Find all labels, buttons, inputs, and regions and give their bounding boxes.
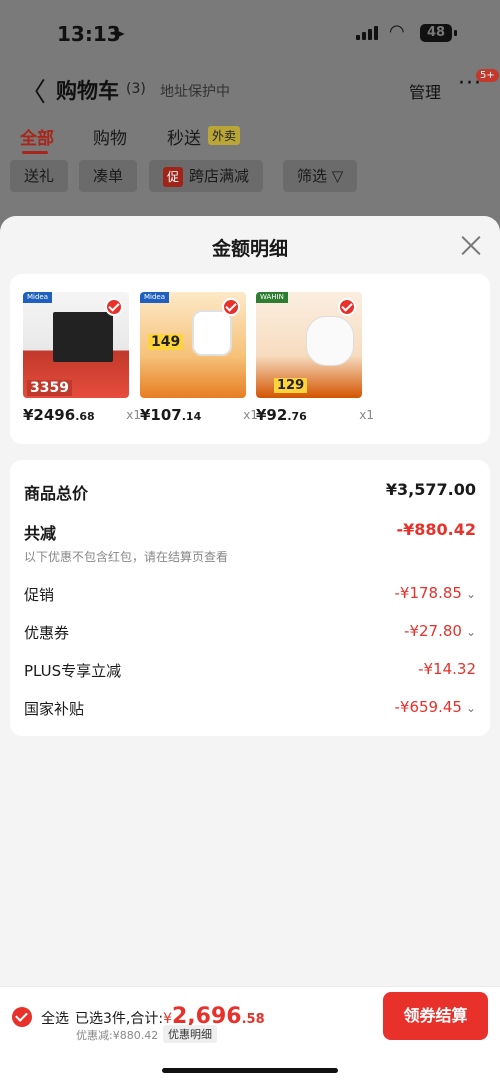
- chevron-down-icon: ⌄: [465, 625, 476, 639]
- signal-icon: [356, 26, 380, 40]
- discount-amount: -¥178.85: [394, 584, 462, 602]
- product-quantity: x1: [126, 408, 141, 422]
- select-all-label[interactable]: 全选: [41, 1008, 69, 1028]
- cart-tabs: 全部 购物 秒送 外卖: [0, 124, 500, 154]
- discount-value: -¥27.80 ⌄: [404, 622, 476, 640]
- sheet-title: 金额明细: [211, 238, 288, 260]
- product-brand-label: Midea: [23, 292, 53, 303]
- price-decimal: .14: [181, 410, 202, 423]
- reduction-note: 以下优惠不包含红包，请在结算页查看: [24, 550, 229, 564]
- tab-shopping[interactable]: 购物: [93, 124, 127, 149]
- chip-filter[interactable]: 筛选 ▽: [283, 160, 358, 192]
- product-price: ¥2496.68: [23, 406, 95, 424]
- address-protection-label[interactable]: 地址保护中: [160, 81, 230, 101]
- chip-label: 筛选: [297, 167, 328, 185]
- total-reduction-label: 共减: [24, 524, 57, 543]
- cart-count: (3): [126, 81, 146, 97]
- product-price: ¥107.14: [140, 406, 201, 424]
- total-price-row: 商品总价 ¥3,577.00: [24, 480, 476, 504]
- product-brand-label: Midea: [140, 292, 170, 303]
- product-thumbnails-card: Midea 3359 ¥2496.68 x1 Midea 149 ¥107.14…: [10, 274, 490, 444]
- discount-amount: -¥14.32: [418, 660, 476, 678]
- selected-check-icon[interactable]: [105, 298, 123, 316]
- back-icon[interactable]: 〈: [20, 72, 46, 109]
- product-image-price: 149: [148, 334, 184, 350]
- filter-chips: 送礼 凑单 促跨店满减 筛选 ▽: [0, 160, 500, 192]
- selected-count-label: 已选3件,合计:: [75, 1011, 164, 1027]
- product-price: ¥92.76: [256, 406, 307, 424]
- total-amount-decimal: .58: [241, 1012, 265, 1027]
- amount-detail-sheet: 金额明细 Midea 3359 ¥2496.68 x1 Midea 149 ¥1…: [0, 216, 500, 1083]
- home-indicator: [162, 1068, 338, 1073]
- product-quantity: x1: [359, 408, 374, 422]
- select-all-check-icon[interactable]: [12, 1007, 32, 1027]
- manage-button[interactable]: 管理: [409, 79, 441, 103]
- discount-row-plus: PLUS专享立减 -¥14.32: [24, 660, 476, 684]
- discount-amount: -¥27.80: [404, 622, 462, 640]
- message-badge: 5+: [476, 69, 499, 82]
- product-visual: [306, 316, 354, 366]
- product-image-price: 3359: [27, 380, 72, 396]
- chevron-down-icon: ⌄: [465, 587, 476, 601]
- total-price-value: ¥3,577.00: [385, 480, 476, 499]
- price-summary-card: 商品总价 ¥3,577.00 共减 -¥880.42 以下优惠不包含红包，请在结…: [10, 460, 490, 736]
- close-icon[interactable]: [460, 234, 482, 256]
- price-integer: ¥92: [256, 406, 288, 424]
- discount-amount: -¥659.45: [394, 698, 462, 716]
- chip-gift[interactable]: 送礼: [10, 160, 69, 192]
- price-integer: ¥2496: [23, 406, 76, 424]
- filter-icon: ▽: [331, 167, 344, 185]
- cart-nav-bar: 〈 购物车 (3) 地址保护中 管理 ··· 5+: [0, 69, 500, 108]
- product-visual: [192, 310, 232, 356]
- battery-icon: 48: [420, 24, 452, 42]
- discount-row-promotion[interactable]: 促销 -¥178.85 ⌄: [24, 584, 476, 608]
- chip-cross-store-discount[interactable]: 促跨店满减: [149, 160, 264, 192]
- total-price-label: 商品总价: [24, 484, 89, 503]
- discount-label: 优惠券: [24, 624, 70, 642]
- total-reduction-value: -¥880.42: [396, 520, 476, 539]
- location-arrow-icon: ➤: [112, 24, 126, 43]
- discount-label: 促销: [24, 586, 55, 604]
- wifi-icon: ◠: [389, 21, 405, 42]
- tab-express[interactable]: 秒送: [167, 124, 201, 149]
- tab-all[interactable]: 全部: [20, 124, 54, 149]
- chip-label: 跨店满减: [189, 167, 250, 185]
- page-title: 购物车: [56, 79, 119, 103]
- discount-row-subsidy[interactable]: 国家补贴 -¥659.45 ⌄: [24, 698, 476, 722]
- selected-check-icon[interactable]: [338, 298, 356, 316]
- discount-value: -¥659.45 ⌄: [394, 698, 476, 716]
- status-bar: 13:13 ➤ ◠ 48: [0, 18, 500, 52]
- chip-label: 送礼: [24, 167, 55, 185]
- chevron-down-icon: ⌄: [465, 701, 476, 715]
- discount-value: -¥178.85 ⌄: [394, 584, 476, 602]
- discount-detail-button[interactable]: 优惠明细: [163, 1025, 217, 1043]
- background-cart-page: 13:13 ➤ ◠ 48 〈 购物车 (3) 地址保护中 管理 ··· 5+ 全…: [0, 0, 500, 240]
- takeout-tag: 外卖: [208, 126, 241, 145]
- checkout-bar: 全选 已选3件,合计:¥2,696.58 优惠减:¥880.42 优惠明细 领券…: [0, 986, 500, 1083]
- promo-icon: 促: [163, 166, 183, 187]
- discount-summary: 优惠减:¥880.42: [76, 1029, 159, 1042]
- chip-label: 凑单: [93, 167, 124, 185]
- price-decimal: .76: [287, 410, 307, 423]
- selected-check-icon[interactable]: [222, 298, 240, 316]
- product-visual: [53, 312, 113, 362]
- discount-label: PLUS专享立减: [24, 662, 122, 680]
- chip-bundle[interactable]: 凑单: [79, 160, 138, 192]
- discount-label: 国家补贴: [24, 700, 85, 718]
- battery-tip-icon: [454, 30, 457, 36]
- price-decimal: .68: [75, 410, 95, 423]
- total-reduction-row: 共减 -¥880.42: [24, 520, 476, 544]
- product-image-price: 129: [274, 378, 308, 393]
- active-tab-underline: [22, 151, 48, 154]
- discount-row-coupon[interactable]: 优惠券 -¥27.80 ⌄: [24, 622, 476, 646]
- discount-value: -¥14.32: [418, 660, 476, 678]
- price-integer: ¥107: [140, 406, 182, 424]
- product-brand-label: WAHIN: [256, 292, 288, 303]
- checkout-button[interactable]: 领券结算: [383, 992, 488, 1040]
